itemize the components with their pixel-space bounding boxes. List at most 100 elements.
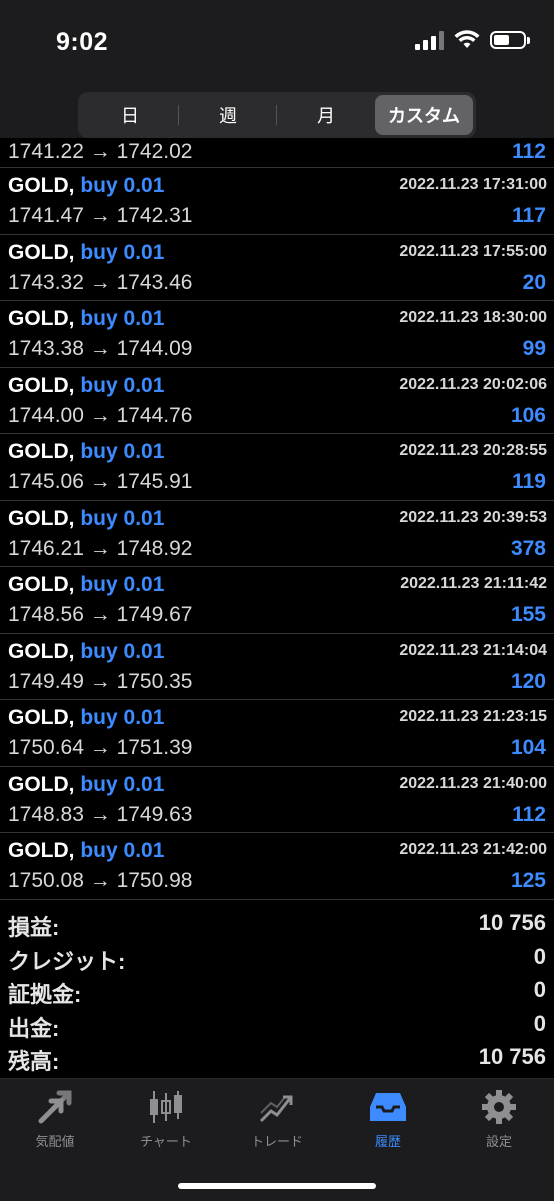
- candlestick-chart-icon: [150, 1091, 182, 1123]
- trade-side: buy 0.01: [80, 706, 165, 729]
- trade-profit: 99: [522, 337, 546, 360]
- tab-day[interactable]: 日: [81, 95, 179, 135]
- list-item[interactable]: GOLD, buy 0.01 2022.11.23 21:40:00 1748.83…: [0, 767, 554, 833]
- quotes-arrows-icon: [38, 1090, 72, 1124]
- trade-time: 2022.11.23 21:11:42: [400, 575, 547, 592]
- tab-trade[interactable]: トレード: [222, 1089, 332, 1150]
- list-item[interactable]: GOLD, buy 0.01 2022.11.23 21:11:42 1748.56…: [0, 567, 554, 634]
- trade-time: 2022.11.23 17:31:00: [399, 176, 547, 193]
- trade-profit: 104: [510, 736, 546, 759]
- trade-symbol: GOLD, buy 0.01: [8, 573, 164, 597]
- list-item[interactable]: GOLD, buy 0.01 2022.11.23 17:55:00 1743.32…: [0, 235, 554, 301]
- tab-chart[interactable]: チャート: [111, 1089, 221, 1150]
- trade-prices: 1744.00 → 1744.76: [8, 403, 193, 427]
- tab-settings[interactable]: 設定: [444, 1089, 554, 1150]
- trade-side: buy 0.01: [80, 373, 165, 397]
- trade-profit: 155: [510, 603, 546, 626]
- trade-profit: 106: [510, 403, 546, 427]
- list-item[interactable]: GOLD, buy 0.01 2022.11.23 21:42:00 1750.08…: [0, 833, 554, 900]
- bottom-tab-bar: 気配値 チャート トレード 履歴 設定: [0, 1078, 554, 1201]
- list-item[interactable]: GOLD, buy 0.01 2022.11.23 21:23:15 1750.64…: [0, 700, 554, 767]
- symbol-name: GOLD,: [8, 772, 75, 796]
- wifi-icon: [454, 30, 480, 48]
- symbol-name: GOLD,: [8, 373, 75, 397]
- trade-prices: 1745.06 → 1745.91: [8, 470, 193, 493]
- symbol-name: GOLD,: [8, 839, 75, 862]
- trade-profit: 119: [512, 470, 546, 493]
- symbol-name: GOLD,: [8, 240, 75, 264]
- trade-time: 2022.11.23 20:28:55: [399, 442, 547, 459]
- trade-symbol: GOLD, buy 0.01: [8, 440, 164, 464]
- trade-profit: 117: [512, 204, 546, 227]
- trade-symbol: GOLD, buy 0.01: [8, 174, 164, 198]
- trade-prices: 1743.32 → 1743.46: [8, 270, 193, 294]
- home-indicator: [178, 1183, 376, 1189]
- list-item[interactable]: GOLD, buy 0.01 2022.11.23 17:31:00 1741.47…: [0, 168, 554, 235]
- trade-prices: 1748.56 → 1749.67: [8, 603, 193, 626]
- tab-quotes[interactable]: 気配値: [0, 1089, 110, 1150]
- symbol-name: GOLD,: [8, 440, 75, 463]
- trade-symbol: GOLD, buy 0.01: [8, 706, 164, 730]
- trade-profit: 120: [510, 669, 546, 693]
- history-inbox-icon: [370, 1093, 406, 1121]
- trade-side: buy 0.01: [80, 307, 165, 330]
- symbol-name: GOLD,: [8, 307, 75, 330]
- summary-balance: 残高: 10 756: [8, 1044, 546, 1074]
- trade-side: buy 0.01: [80, 506, 165, 530]
- list-item[interactable]: 1741.22 → 1742.02 112: [0, 138, 554, 168]
- summary-deposit: 証拠金: 0: [8, 977, 546, 1007]
- trade-time: 2022.11.23 21:40:00: [399, 774, 547, 792]
- trade-time: 2022.11.23 18:30:00: [399, 309, 547, 326]
- list-item[interactable]: GOLD, buy 0.01 2022.11.23 21:14:04 1749.49…: [0, 634, 554, 700]
- symbol-name: GOLD,: [8, 506, 75, 530]
- status-icons: [415, 30, 530, 50]
- trade-profit: 378: [510, 536, 546, 560]
- list-item[interactable]: GOLD, buy 0.01 2022.11.23 20:39:53 1746.21…: [0, 501, 554, 567]
- symbol-name: GOLD,: [8, 639, 75, 663]
- trade-history-list: 1741.22 → 1742.02 112 GOLD, buy 0.01 2022…: [0, 138, 554, 900]
- trade-symbol: GOLD, buy 0.01: [8, 307, 164, 331]
- trade-side: buy 0.01: [80, 772, 165, 796]
- trade-symbol: GOLD, buy 0.01: [8, 839, 164, 863]
- list-item[interactable]: GOLD, buy 0.01 2022.11.23 20:28:55 1745.06…: [0, 434, 554, 501]
- symbol-name: GOLD,: [8, 573, 75, 596]
- cellular-signal-icon: [415, 30, 444, 50]
- tab-custom[interactable]: カスタム: [375, 95, 473, 135]
- summary-credit: クレジット: 0: [8, 943, 546, 974]
- trade-profit: 112: [512, 140, 546, 163]
- trade-prices: 1750.64 → 1751.39: [8, 736, 193, 759]
- battery-icon: [490, 31, 530, 49]
- trade-prices: 1748.83 → 1749.63: [8, 802, 193, 826]
- trade-side: buy 0.01: [80, 839, 165, 862]
- list-item[interactable]: GOLD, buy 0.01 2022.11.23 18:30:00 1743.38…: [0, 301, 554, 368]
- summary-profit: 損益: 10 756: [8, 910, 546, 940]
- tab-history[interactable]: 履歴: [333, 1089, 443, 1150]
- tab-month[interactable]: 月: [277, 95, 375, 135]
- trade-trend-icon: [259, 1095, 293, 1123]
- tab-week[interactable]: 週: [179, 95, 277, 135]
- trade-prices: 1741.22 → 1742.02: [8, 140, 193, 163]
- trade-symbol: GOLD, buy 0.01: [8, 507, 164, 531]
- trade-symbol: GOLD, buy 0.01: [8, 374, 164, 398]
- trade-prices: 1743.38 → 1744.09: [8, 337, 193, 360]
- list-item[interactable]: GOLD, buy 0.01 2022.11.23 20:02:06 1744.00…: [0, 368, 554, 434]
- trade-symbol: GOLD, buy 0.01: [8, 640, 164, 664]
- trade-side: buy 0.01: [80, 240, 165, 264]
- symbol-name: GOLD,: [8, 706, 75, 729]
- trade-profit: 20: [522, 270, 546, 294]
- trade-symbol: GOLD, buy 0.01: [8, 773, 164, 797]
- period-segmented-control: 日 週 月 カスタム: [78, 92, 476, 138]
- gear-icon: [482, 1090, 516, 1124]
- header: 9:02 日 週 月 カスタム: [0, 0, 554, 138]
- trade-symbol: GOLD, buy 0.01: [8, 241, 164, 265]
- trade-prices: 1750.08 → 1750.98: [8, 869, 193, 892]
- trade-prices: 1741.47 → 1742.31: [8, 204, 193, 227]
- trade-prices: 1749.49 → 1750.35: [8, 669, 193, 693]
- summary-withdrawal: 出金: 0: [8, 1010, 546, 1041]
- status-time: 9:02: [56, 28, 109, 56]
- trade-time: 2022.11.23 21:42:00: [399, 841, 547, 858]
- trade-profit: 125: [510, 869, 546, 892]
- account-summary: 損益: 10 756 クレジット: 0 証拠金: 0 出金: 0 残高: 10 …: [0, 906, 554, 1074]
- trade-prices: 1746.21 → 1748.92: [8, 536, 193, 560]
- trade-time: 2022.11.23 20:02:06: [399, 375, 547, 393]
